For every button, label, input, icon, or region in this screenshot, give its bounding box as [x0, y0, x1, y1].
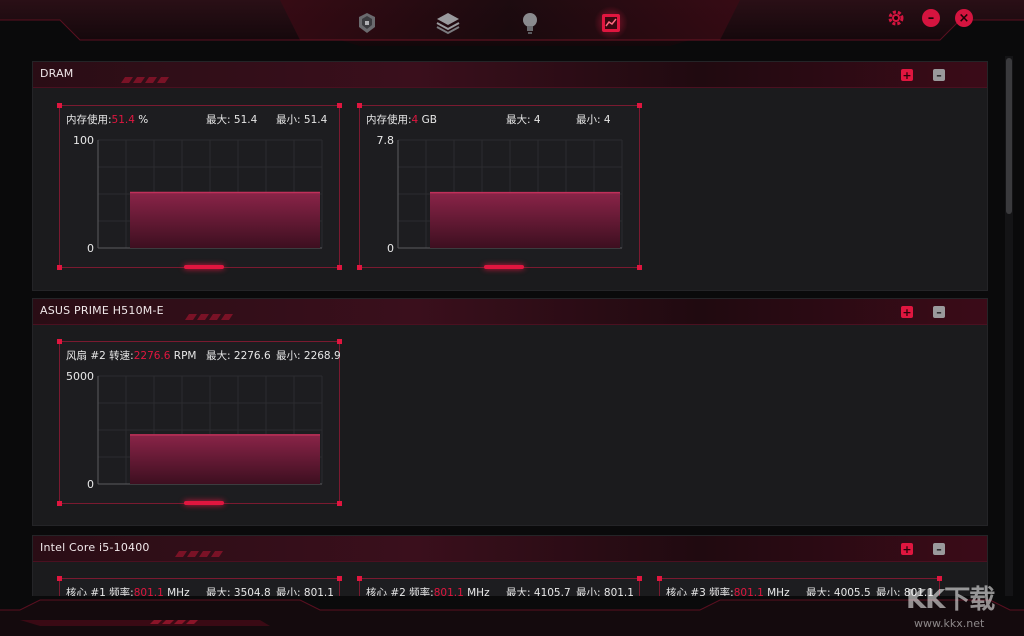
gear-icon[interactable] [886, 8, 906, 28]
collapse-button[interactable]: – [933, 69, 945, 81]
collapse-button[interactable]: – [933, 306, 945, 318]
sensor-chart: 5000 0 [66, 370, 323, 491]
level-bar [130, 192, 320, 248]
expand-button[interactable]: + [901, 543, 913, 555]
level-bar [130, 434, 320, 484]
sensor-chart: 100 0 [73, 134, 323, 255]
bottom-bar-frame [0, 596, 1024, 636]
bulb-icon [523, 13, 537, 34]
section-title: DRAM [40, 67, 74, 80]
nav-layers[interactable] [431, 6, 465, 40]
y-max-tick: 5000 [66, 370, 94, 383]
top-bar: – × [0, 0, 1024, 48]
header-decoration [121, 77, 169, 83]
section-header: ASUS PRIME H510M-E + – [33, 299, 987, 325]
monitor-chart-icon [602, 14, 620, 32]
minimize-button[interactable]: – [922, 9, 940, 27]
sensor-chart: 7.80 [377, 134, 623, 255]
watermark-brand: KK下载 [906, 585, 995, 615]
y-min-tick: 0 [387, 242, 394, 255]
watermark: KK下载 www.kkx.net [906, 575, 1016, 631]
header-decoration [185, 314, 233, 320]
nav-system[interactable] [350, 6, 384, 40]
section-motherboard: ASUS PRIME H510M-E + – 风扇 #2 转速:2276.6 R… [32, 298, 988, 526]
collapse-button[interactable]: – [933, 543, 945, 555]
system-icon [359, 13, 375, 33]
expand-button[interactable]: + [901, 69, 913, 81]
watermark-url: www.kkx.net [914, 617, 985, 630]
card-glow [484, 265, 524, 269]
card-glow [184, 501, 224, 505]
level-bar [430, 192, 620, 248]
top-bar-frame [0, 0, 1024, 48]
chart-card-fan-speed: 风扇 #2 转速:2276.6 RPM 最大: 2276.6 最小: 2268.… [57, 339, 342, 506]
section-title: Intel Core i5-10400 [40, 541, 150, 554]
close-button[interactable]: × [955, 9, 973, 27]
y-min-tick: 0 [87, 478, 94, 491]
minimize-icon: – [927, 10, 935, 26]
section-header: DRAM + – [33, 62, 987, 88]
chart-card-memory-gb: 内存使用:4 GB 最大: 4 最小: 4 7.8 0 [357, 103, 642, 270]
close-icon: × [958, 10, 970, 26]
section-dram: DRAM + – 内存使用:51.4 % 最大: 51.4 最小: 51.4 1… [32, 61, 988, 291]
nav-monitor[interactable] [594, 6, 628, 40]
chart-card-memory-percent: 内存使用:51.4 % 最大: 51.4 最小: 51.4 100 0 [57, 103, 342, 270]
section-header: Intel Core i5-10400 + – [33, 536, 987, 562]
section-title: ASUS PRIME H510M-E [40, 304, 164, 317]
header-decoration [175, 551, 223, 557]
layers-icon [436, 13, 460, 35]
nav-lighting[interactable] [513, 6, 547, 40]
y-max-tick: 7.8 [377, 134, 395, 147]
y-max-tick: 100 [73, 134, 94, 147]
expand-button[interactable]: + [901, 306, 913, 318]
scrollbar-thumb[interactable] [1006, 58, 1012, 214]
y-min-tick: 0 [87, 242, 94, 255]
card-glow [184, 265, 224, 269]
